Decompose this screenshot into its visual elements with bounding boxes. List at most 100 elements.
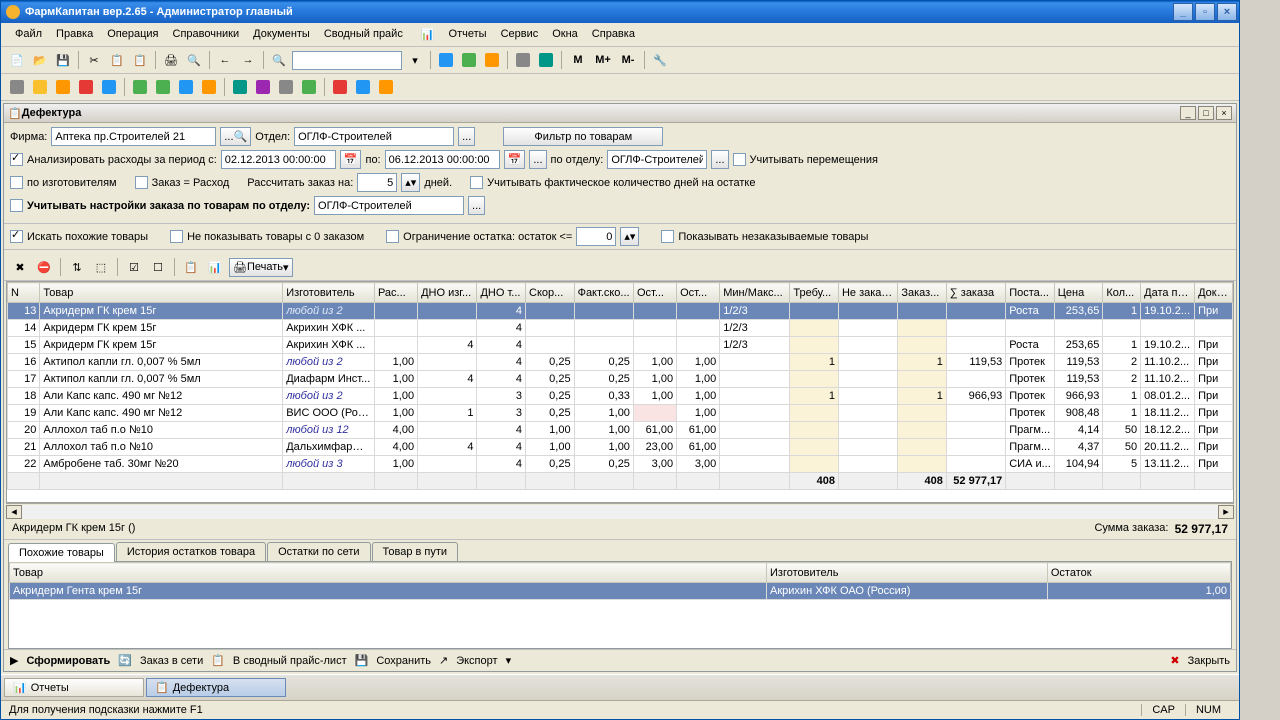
cal1-icon[interactable]: 📅 xyxy=(340,150,362,169)
col-header[interactable]: Ост... xyxy=(633,283,676,303)
firma-input[interactable] xyxy=(51,127,216,146)
otdel-input[interactable] xyxy=(294,127,454,146)
col-header[interactable]: Ост... xyxy=(677,283,720,303)
col-header[interactable]: Рас... xyxy=(374,283,417,303)
col-header[interactable]: Мин/Макс... xyxy=(720,283,790,303)
fact-days-checkbox[interactable] xyxy=(470,176,483,189)
col-header[interactable]: Товар xyxy=(40,283,283,303)
col-header[interactable]: Скор... xyxy=(526,283,575,303)
col-header[interactable]: N xyxy=(8,283,40,303)
close-btn[interactable]: Закрыть xyxy=(1188,655,1230,667)
table-row[interactable]: 14Акридерм ГК крем 15гАкрихин ХФК ...41/… xyxy=(8,320,1233,337)
task-reports[interactable]: 📊 Отчеты xyxy=(4,678,144,697)
net-button[interactable]: Заказ в сети xyxy=(140,655,203,667)
tab-network[interactable]: Остатки по сети xyxy=(267,542,370,561)
m-button[interactable]: M xyxy=(567,50,589,70)
menu-edit[interactable]: Правка xyxy=(50,26,99,43)
task-defectura[interactable]: 📋 Дефектура xyxy=(146,678,286,697)
restore-button[interactable]: ▫ xyxy=(1195,3,1215,21)
paste-icon[interactable]: 📋 xyxy=(130,50,150,70)
table-row[interactable]: 21Аллохол таб п.о №10Дальхимфарм ...4,00… xyxy=(8,439,1233,456)
back-icon[interactable]: ← xyxy=(215,50,235,70)
form-button[interactable]: Сформировать xyxy=(26,655,110,667)
by-mfr-checkbox[interactable] xyxy=(10,176,23,189)
table-row[interactable]: 13Акридерм ГК крем 15глюбой из 241/2/3Ро… xyxy=(8,303,1233,320)
days-input[interactable] xyxy=(357,173,397,192)
movements-checkbox[interactable] xyxy=(733,153,746,166)
delete-icon[interactable]: ✖ xyxy=(10,257,30,277)
menu-service[interactable]: Сервис xyxy=(495,26,545,43)
col-header[interactable]: Поста... xyxy=(1006,283,1055,303)
table-row[interactable]: 17Актипол капли гл. 0,007 % 5млДиафарм И… xyxy=(8,371,1233,388)
tools-icon[interactable]: 🔧 xyxy=(650,50,670,70)
otdel-lookup[interactable]: ... xyxy=(458,127,475,146)
menu-file[interactable]: Файл xyxy=(9,26,48,43)
menu-documents[interactable]: Документы xyxy=(247,26,316,43)
limit-checkbox[interactable] xyxy=(386,230,399,243)
analyze-checkbox[interactable] xyxy=(10,153,23,166)
dropdown-icon[interactable]: ▾ xyxy=(405,50,425,70)
save-icon[interactable]: 💾 xyxy=(53,50,73,70)
search-input[interactable] xyxy=(292,51,402,70)
col-header[interactable]: Изготовитель xyxy=(283,283,375,303)
firma-lookup[interactable]: ...🔍 xyxy=(220,127,251,146)
table-row[interactable]: 16Актипол капли гл. 0,007 % 5мллюбой из … xyxy=(8,354,1233,371)
table-row[interactable]: 18Али Капс капс. 490 мг №12любой из 21,0… xyxy=(8,388,1233,405)
preview-icon[interactable]: 🔍 xyxy=(184,50,204,70)
table-row[interactable]: 22Амбробене таб. 30мг №20любой из 31,004… xyxy=(8,456,1233,473)
hide-zero-checkbox[interactable] xyxy=(170,230,183,243)
tab-history[interactable]: История остатков товара xyxy=(116,542,266,561)
table-row[interactable]: 20Аллохол таб п.о №10любой из 124,0041,0… xyxy=(8,422,1233,439)
col-header[interactable]: Доку... xyxy=(1195,283,1233,303)
table-row[interactable]: 15Акридерм ГК крем 15гАкрихин ХФК ...441… xyxy=(8,337,1233,354)
stop-icon[interactable]: ⛔ xyxy=(34,257,54,277)
sub-restore[interactable]: □ xyxy=(1198,106,1214,120)
similar-grid[interactable]: Товар Изготовитель Остаток Акридерм Гент… xyxy=(8,561,1232,649)
print-icon[interactable]: 🖨 xyxy=(161,50,181,70)
col-header[interactable]: Требу... xyxy=(790,283,839,303)
menu-windows[interactable]: Окна xyxy=(546,26,584,43)
col-header[interactable]: Цена xyxy=(1054,283,1103,303)
show-unorder-checkbox[interactable] xyxy=(661,230,674,243)
tab-transit[interactable]: Товар в пути xyxy=(372,542,459,561)
copy-icon[interactable]: 📋 xyxy=(107,50,127,70)
table-row[interactable]: 19Али Капс капс. 490 мг №12ВИС ООО (Рос.… xyxy=(8,405,1233,422)
similar-checkbox[interactable] xyxy=(10,230,23,243)
col-header[interactable]: Факт.ско... xyxy=(574,283,633,303)
main-grid[interactable]: NТоварИзготовительРас...ДНО изг...ДНО т.… xyxy=(6,281,1234,503)
menu-reports[interactable]: Отчеты xyxy=(443,26,493,43)
menu-price[interactable]: Сводный прайс xyxy=(318,26,409,43)
tab-similar[interactable]: Похожие товары xyxy=(8,543,115,562)
export-button[interactable]: Экспорт xyxy=(456,655,497,667)
forward-icon[interactable]: → xyxy=(238,50,258,70)
menu-help[interactable]: Справка xyxy=(586,26,641,43)
cut-icon[interactable]: ✂ xyxy=(84,50,104,70)
menu-operation[interactable]: Операция xyxy=(101,26,164,43)
sub-close[interactable]: × xyxy=(1216,106,1232,120)
open-icon[interactable]: 📂 xyxy=(30,50,50,70)
cal2-icon[interactable]: 📅 xyxy=(504,150,526,169)
close-button[interactable]: × xyxy=(1217,3,1237,21)
col-header[interactable]: Не заказ... xyxy=(838,283,897,303)
m-minus-button[interactable]: M- xyxy=(617,50,639,70)
save-button[interactable]: Сохранить xyxy=(376,655,431,667)
col-header[interactable]: ДНО т... xyxy=(477,283,526,303)
col-header[interactable]: Дата пр... xyxy=(1141,283,1195,303)
print-button[interactable]: 🖨 Печать ▾ xyxy=(229,258,293,277)
date-from[interactable] xyxy=(221,150,336,169)
date-to[interactable] xyxy=(385,150,500,169)
filter-goods-button[interactable]: Фильтр по товарам xyxy=(503,127,663,146)
col-header[interactable]: ДНО изг... xyxy=(418,283,477,303)
col-header[interactable]: Заказ... xyxy=(898,283,947,303)
col-header[interactable]: ∑ заказа xyxy=(946,283,1005,303)
col-header[interactable]: Кол... xyxy=(1103,283,1141,303)
svod-button[interactable]: В сводный прайс-лист xyxy=(233,655,347,667)
m-plus-button[interactable]: M+ xyxy=(592,50,614,70)
minimize-button[interactable]: _ xyxy=(1173,3,1193,21)
otdel3-input[interactable] xyxy=(314,196,464,215)
new-icon[interactable]: 📄 xyxy=(7,50,27,70)
order-eq-checkbox[interactable] xyxy=(135,176,148,189)
otdel2-input[interactable] xyxy=(607,150,707,169)
menu-directories[interactable]: Справочники xyxy=(167,26,246,43)
settings-checkbox[interactable] xyxy=(10,199,23,212)
